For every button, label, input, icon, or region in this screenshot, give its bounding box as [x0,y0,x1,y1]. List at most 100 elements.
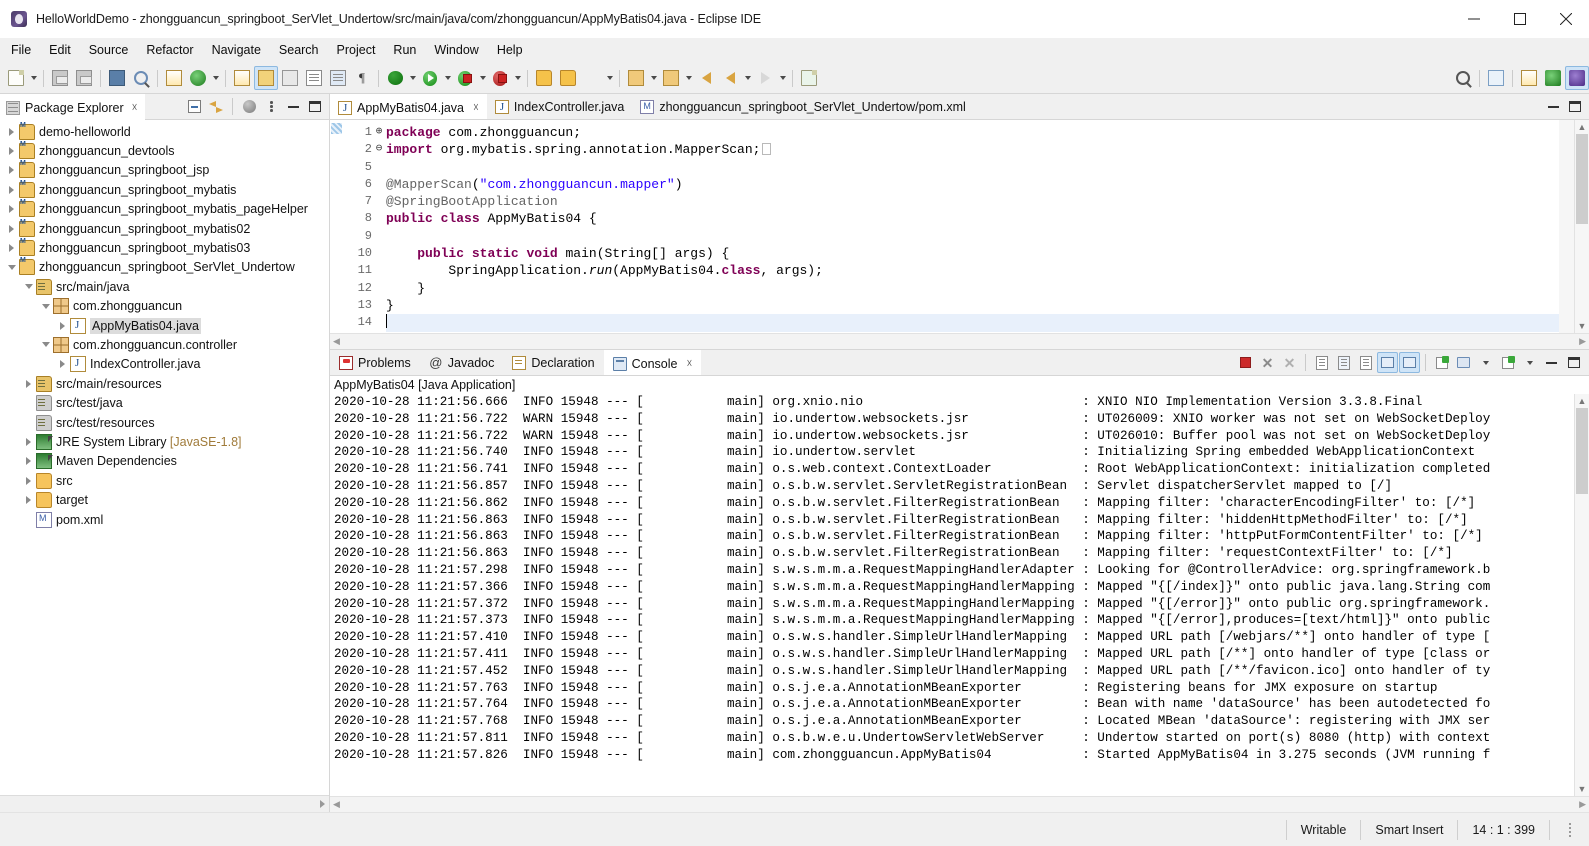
code-line[interactable]: public class AppMyBatis04 { [386,210,1559,227]
chevron-right-icon[interactable] [21,452,36,471]
resize-grip-icon[interactable] [1564,820,1575,840]
editor-vertical-scrollbar[interactable]: ▲ ▼ [1574,120,1589,333]
close-icon[interactable]: ☓ [473,101,479,114]
tree-item-zhongguancun-springboot-servlet-undertow[interactable]: zhongguancun_springboot_SerVlet_Undertow [0,257,329,277]
close-icon[interactable]: ☓ [132,101,138,114]
chevron-right-icon[interactable] [4,122,19,141]
tab-problems[interactable]: Problems [330,350,420,375]
tab-pom-xml[interactable]: zhongguancun_springboot_SerVlet_Undertow… [632,94,974,119]
code-line[interactable]: @SpringBootApplication [386,193,1559,210]
chevron-right-icon[interactable] [21,491,36,510]
tree-item-zhongguancun-springboot-mybatis02[interactable]: zhongguancun_springboot_mybatis02 [0,219,329,238]
word-wrap-icon[interactable] [1355,352,1376,373]
refresh-dropdown-icon[interactable] [210,66,221,90]
tree-item-zhongguancun-devtools[interactable]: zhongguancun_devtools [0,141,329,160]
search-icon[interactable] [1451,66,1475,90]
run-last-icon[interactable] [453,66,477,90]
chevron-down-icon[interactable] [21,277,36,296]
tree-item-appmybatis04-java[interactable]: AppMyBatis04.java [0,316,329,335]
open-task-icon[interactable] [162,66,186,90]
refresh-icon[interactable] [186,66,210,90]
debug-icon[interactable] [383,66,407,90]
edit-highlight-icon[interactable] [254,66,278,90]
debug-dropdown-icon[interactable] [407,66,418,90]
scroll-left-icon[interactable]: ◀ [333,336,340,347]
editor-overview-ruler[interactable] [1559,120,1574,333]
show-console-on-output-icon[interactable] [1399,352,1420,373]
project-tree[interactable]: demo-helloworld zhongguancun_devtoolszhon… [0,120,329,795]
scroll-up-icon[interactable]: ▲ [1575,120,1589,134]
tab-package-explorer[interactable]: Package Explorer ☓ [0,93,145,120]
run-icon[interactable] [418,66,442,90]
console-vertical-scrollbar[interactable]: ▲ ▼ [1574,394,1589,796]
tree-item-com-zhongguancun[interactable]: com.zhongguancun [0,297,329,316]
link-with-editor-icon[interactable] [206,97,226,117]
coverage-dropdown-icon[interactable] [512,66,523,90]
save-icon[interactable] [48,66,72,90]
coverage-icon[interactable] [488,66,512,90]
scroll-up-icon[interactable]: ▲ [1575,394,1589,408]
pen-icon[interactable] [580,66,604,90]
backward-icon[interactable] [718,66,742,90]
code-line[interactable]: @MapperScan("com.zhongguancun.mapper") [386,176,1559,193]
prev-annotation-icon[interactable] [659,66,683,90]
back-dropdown-icon[interactable] [742,66,753,90]
maximize-button[interactable] [1497,0,1543,38]
new-wizard-icon[interactable] [4,66,28,90]
chevron-right-icon[interactable] [21,432,36,451]
menu-file[interactable]: File [2,40,40,61]
maximize-icon[interactable] [1563,352,1584,373]
menu-edit[interactable]: Edit [40,40,80,61]
minimize-icon[interactable] [1541,352,1562,373]
minimize-icon[interactable] [283,97,303,117]
tab-declaration[interactable]: Declaration [503,350,603,375]
tree-item-src-test-resources[interactable]: src/test/resources [0,413,329,432]
tree-item-zhongguancun-springboot-jsp[interactable]: zhongguancun_springboot_jsp [0,160,329,180]
minimize-button[interactable] [1451,0,1497,38]
scroll-down-icon[interactable]: ▼ [1575,782,1589,796]
display-selected-console-dropdown-icon[interactable] [1475,352,1496,373]
close-icon[interactable]: ☓ [686,357,692,370]
menu-window[interactable]: Window [425,40,487,61]
code-line[interactable] [386,159,1559,176]
paragraph-icon[interactable]: ¶ [350,66,374,90]
code-line[interactable] [386,228,1559,245]
tree-item-demo-helloworld[interactable]: demo-helloworld [0,122,329,141]
code-line[interactable]: package com.zhongguancun; [386,124,1559,141]
open-console-dropdown-icon[interactable] [1519,352,1540,373]
tree-item-com-zhongguancun-controller[interactable]: com.zhongguancun.controller [0,335,329,354]
chevron-down-icon[interactable] [38,335,53,354]
scroll-right-icon[interactable]: ▶ [1579,799,1586,810]
tab-indexcontroller-java[interactable]: IndexController.java [486,94,633,119]
lock-scroll-icon[interactable] [1333,352,1354,373]
chevron-down-icon[interactable] [38,297,53,316]
maximize-icon[interactable] [305,97,325,117]
next-annotation-icon[interactable] [624,66,648,90]
chevron-right-icon[interactable] [55,316,70,335]
code-line[interactable]: } [386,280,1559,297]
open-perspective-icon[interactable] [1484,66,1508,90]
chevron-right-icon[interactable] [21,374,36,393]
new-wizard-dropdown-icon[interactable] [28,66,39,90]
new-java-project-icon[interactable] [302,66,326,90]
menu-refactor[interactable]: Refactor [137,40,202,61]
debug-perspective-icon[interactable] [1541,66,1565,90]
chevron-right-icon[interactable] [4,161,19,180]
forward-icon[interactable] [753,66,777,90]
save-all-icon[interactable] [72,66,96,90]
collapse-all-icon[interactable] [184,97,204,117]
open-folder-icon[interactable] [556,66,580,90]
view-menu-icon[interactable] [261,97,281,117]
chevron-right-icon[interactable] [55,355,70,374]
tab-javadoc[interactable]: @ Javadoc [420,350,504,375]
new-file-icon[interactable] [797,66,821,90]
scroll-right-icon[interactable]: ▶ [1579,336,1586,347]
close-button[interactable] [1543,0,1589,38]
chevron-right-icon[interactable] [21,471,36,490]
terminate-icon[interactable] [1235,352,1256,373]
maximize-icon[interactable] [1565,97,1585,117]
scroll-lock-icon[interactable] [1377,352,1398,373]
annotate-icon[interactable] [230,66,254,90]
menu-help[interactable]: Help [488,40,532,61]
tree-item-zhongguancun-springboot-mybatis-pagehelper[interactable]: zhongguancun_springboot_mybatis_pageHelp… [0,199,329,219]
